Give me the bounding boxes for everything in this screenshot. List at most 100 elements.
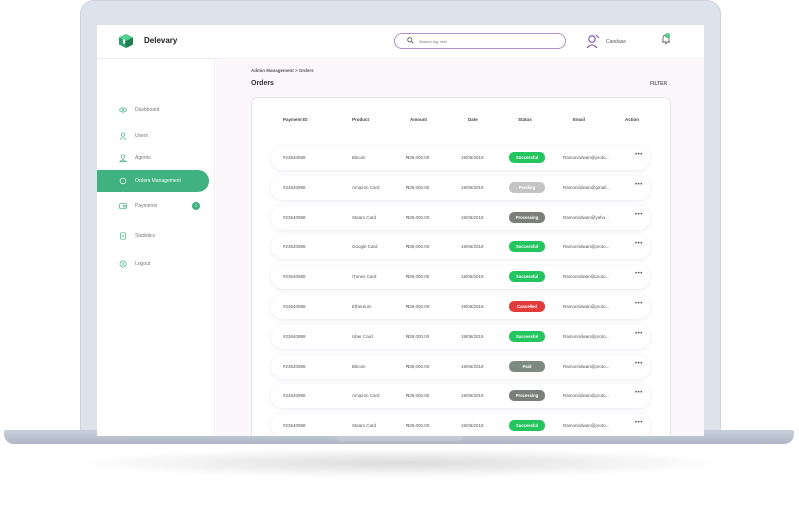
user-name[interactable]: Candase: [606, 39, 626, 45]
sidebar-item-dashboard[interactable]: Dashboard: [97, 99, 209, 121]
table-row[interactable]: #23640988 Google Card ₦39,000.00 19/06/2019…: [271, 235, 650, 260]
sidebar-item-label: Orders Management: [135, 178, 181, 184]
sidebar-item-payments[interactable]: Payments 2: [97, 195, 209, 217]
table-row[interactable]: #23640988 iTunes Card ₦39,000.00 19/06/2019…: [271, 265, 650, 290]
email-cell: Ramonridwan@proto...: [563, 155, 610, 160]
main-content: Admin Management > Orders Orders FILTER …: [216, 59, 704, 436]
payment-id-cell: #23640988: [283, 214, 306, 220]
product-cell: Google Card: [352, 244, 378, 250]
topbar: Delevary Candase 3: [97, 25, 704, 59]
table-row[interactable]: #23640988 Uber Card ₦39,000.00 19/06/2019 Ra…: [271, 324, 650, 349]
user-avatar-icon[interactable]: [586, 34, 600, 49]
column-header[interactable]: Email: [573, 117, 585, 122]
product-cell: Amazon Card: [352, 184, 380, 190]
email-cell: Ramonridwan@proto...: [563, 333, 610, 339]
email-cell: Ramonridwan@proto...: [563, 423, 610, 429]
product-cell: Steam Card: [352, 214, 377, 220]
status-badge: Processing: [509, 390, 545, 402]
date-cell: 19/06/2019: [461, 423, 484, 429]
table-row[interactable]: #23640988 Ethereum ₦39,000.00 19/06/2019 Ram…: [271, 295, 650, 319]
sidebar-item-label: Payments: [135, 203, 158, 209]
payment-id-cell: #23640988: [283, 244, 306, 250]
product-cell: Bitcoin: [352, 363, 366, 369]
status-badge: Successful: [509, 241, 545, 253]
box-logo-icon[interactable]: [118, 33, 134, 49]
notification-badge: 3: [665, 33, 670, 38]
amount-cell: ₦39,000.00: [406, 304, 430, 309]
amount-cell: ₦39,000.00: [406, 393, 430, 399]
payment-id-cell: #23640988: [283, 393, 306, 399]
orders-icon: [119, 177, 127, 185]
product-cell: Ethereum: [352, 304, 372, 309]
amount-cell: ₦39,000.00: [406, 274, 430, 280]
table-row[interactable]: #23640988 Steam Card ₦39,000.00 19/06/2019 R…: [271, 414, 650, 436]
payment-id-cell: #23640988: [283, 184, 306, 190]
payment-id-cell: #23640988: [283, 423, 306, 429]
email-cell: Ramonridwan@proto...: [563, 393, 610, 399]
filter-button[interactable]: FILTER: [650, 81, 667, 87]
table-row[interactable]: #23640988 Amazon Card ₦39,000.00 19/06/2019…: [271, 175, 650, 200]
date-cell: 19/06/2019: [461, 155, 484, 160]
sidebar-item-agents[interactable]: Agents: [97, 147, 209, 169]
user-icon: [119, 132, 127, 140]
sidebar-item-label: Users: [135, 133, 149, 139]
more-actions-icon[interactable]: •••: [635, 152, 643, 158]
date-cell: 19/06/2019: [461, 333, 484, 339]
page-title: Orders: [251, 80, 274, 87]
more-actions-icon[interactable]: •••: [635, 182, 643, 188]
column-header[interactable]: Product: [352, 117, 369, 122]
more-actions-icon[interactable]: •••: [635, 361, 643, 367]
date-cell: 19/06/2019: [461, 184, 484, 190]
search-bar[interactable]: [394, 33, 566, 49]
email-cell: Ramonridwan@proto...: [563, 304, 610, 309]
table-row[interactable]: #23640988 Steam Card ₦39,000.00 19/06/2019 R…: [271, 205, 650, 230]
more-actions-icon[interactable]: •••: [635, 271, 643, 277]
email-cell: Ramonridwan@gmail...: [563, 184, 610, 190]
amount-cell: ₦39,000.00: [406, 214, 430, 220]
product-cell: Amazon Card: [352, 393, 380, 399]
agent-icon: [119, 154, 127, 162]
table-row[interactable]: #23640988 Amazon Card ₦39,000.00 19/06/2019…: [271, 384, 650, 409]
column-header[interactable]: Date: [468, 117, 478, 122]
more-actions-icon[interactable]: •••: [635, 241, 643, 247]
status-badge: Successful: [509, 271, 545, 283]
more-actions-icon[interactable]: •••: [635, 331, 643, 337]
payment-id-cell: #23640988: [283, 333, 306, 339]
more-actions-icon[interactable]: •••: [635, 212, 643, 218]
sidebar-item-statistics[interactable]: Statistics: [97, 225, 209, 247]
sidebar-item-orders-management[interactable]: Orders Management: [97, 170, 209, 192]
payment-id-cell: #23640988: [283, 155, 306, 160]
payment-id-cell: #23640988: [283, 363, 306, 369]
table-row[interactable]: #23640988 Bitcoin ₦39,000.00 19/06/2019 Ramo…: [271, 354, 650, 379]
more-actions-icon[interactable]: •••: [635, 301, 643, 307]
date-cell: 19/06/2019: [461, 363, 484, 369]
logout-icon: [119, 260, 127, 268]
more-actions-icon[interactable]: •••: [635, 420, 643, 426]
status-badge: Successful: [509, 152, 545, 163]
sidebar-item-users[interactable]: Users: [97, 125, 209, 147]
email-cell: Ramonridwan@proto...: [563, 274, 610, 280]
column-header[interactable]: Payment ID: [283, 117, 308, 122]
amount-cell: ₦39,000.00: [406, 155, 430, 160]
table-row[interactable]: #23640988 Bitcoin ₦39,000.00 19/06/2019 Ramo…: [271, 146, 650, 170]
column-header[interactable]: Status: [518, 117, 532, 122]
product-cell: Bitcoin: [352, 155, 366, 160]
product-cell: iTunes Card: [352, 274, 377, 280]
payment-id-cell: #23640988: [283, 304, 306, 309]
search-input[interactable]: [419, 36, 559, 46]
table-header: Payment ID Product Amount Date Status Em…: [252, 117, 672, 127]
sidebar-item-logout[interactable]: Logout: [97, 253, 209, 275]
amount-cell: ₦39,000.00: [406, 363, 430, 369]
date-cell: 19/06/2019: [461, 304, 484, 309]
breadcrumb[interactable]: Admin Management > Orders: [251, 68, 314, 73]
column-header[interactable]: Amount: [410, 117, 427, 122]
payment-id-cell: #23640988: [283, 274, 306, 280]
status-badge: Pending: [509, 181, 545, 193]
more-actions-icon[interactable]: •••: [635, 390, 643, 396]
stats-icon: [120, 232, 126, 240]
status-badge: Processing: [509, 211, 545, 223]
sidebar: Dashboard Users Agents Orders Management…: [97, 59, 215, 436]
date-cell: 19/06/2019: [461, 244, 484, 250]
email-cell: Ramonridwan@yaho...: [563, 214, 609, 220]
column-header: Action: [625, 117, 639, 122]
